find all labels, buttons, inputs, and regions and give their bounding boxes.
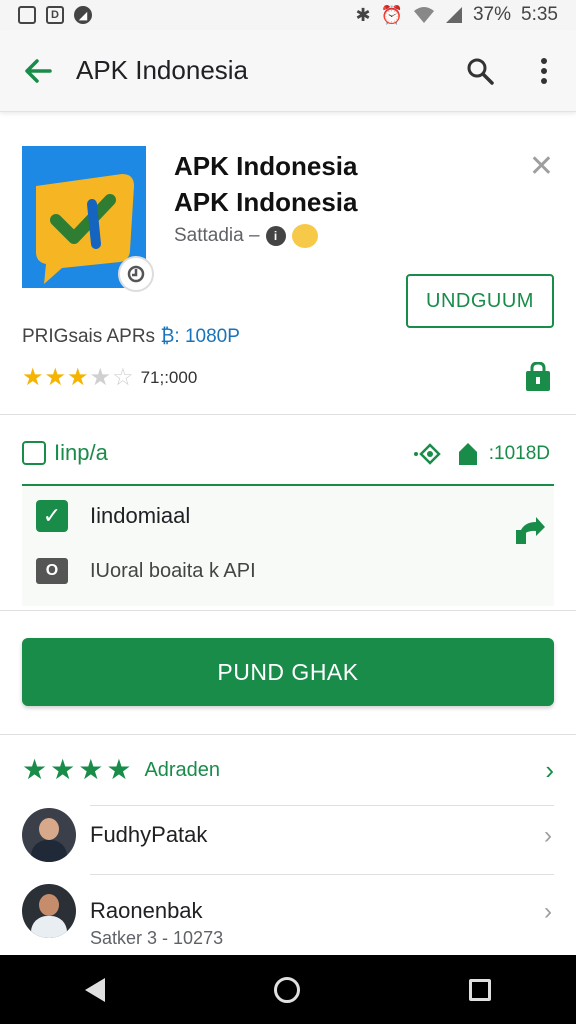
app-title: APK Indonesia APK Indonesia [174, 148, 357, 220]
divider [0, 414, 576, 415]
more-vert-icon [541, 57, 547, 84]
divider [0, 610, 576, 611]
star-icon: ★ [44, 364, 67, 391]
search-button[interactable] [448, 30, 512, 112]
checkbox-icon [22, 441, 46, 465]
d-icon: D [46, 6, 64, 24]
close-icon: ✕ [528, 150, 554, 183]
option-row[interactable]: O IUoral boaita k API [36, 558, 256, 584]
emoji-face-icon [291, 224, 318, 248]
info-tab[interactable]: Iinp/a [22, 440, 108, 466]
list-item[interactable]: FudhyPatak › [22, 808, 554, 878]
star-icon: ★ [22, 754, 48, 785]
app-header: APK Indonesia APK Indonesia Sattadia – i… [0, 128, 576, 413]
status-bar: D ◢ ✱ ⏰ 37% 5:35 [0, 0, 576, 30]
list-item[interactable]: Raonenbak Satker 3 - 10273 › [22, 884, 554, 954]
info-label: Iinp/a [54, 440, 108, 465]
primary-action-button[interactable]: PUND GHAK [22, 638, 554, 706]
back-button[interactable] [0, 30, 76, 112]
option-row[interactable]: ✓ Iindomiaal [36, 500, 190, 532]
close-button[interactable]: ✕ [529, 152, 554, 182]
notification-icon: ◢ [74, 6, 92, 24]
clock: 5:35 [521, 4, 558, 25]
nav-back-icon[interactable] [84, 977, 105, 1002]
reviews-header[interactable]: ★ ★ ★ ★ Adraden › [22, 748, 554, 792]
star-icon: ★ [78, 754, 104, 785]
page-title: APK Indonesia [76, 55, 249, 85]
developer-name: Sattadia – [174, 225, 260, 246]
photo-icon [18, 6, 36, 24]
divider [0, 734, 576, 735]
divider [90, 805, 554, 806]
checkbox-checked-icon[interactable]: ✓ [36, 500, 68, 532]
star-empty-icon: ★ [89, 364, 112, 391]
nav-recents-icon[interactable] [469, 978, 492, 1001]
divider [90, 874, 554, 875]
app-title-line2: APK Indonesia [174, 187, 358, 217]
shopping-bag-icon[interactable] [524, 361, 552, 397]
search-icon [467, 58, 494, 85]
bluetooth-icon: ✱ [355, 5, 371, 25]
rating-count: 71;:000 [140, 368, 198, 387]
app-meta-accent: ₿: 1080P [160, 326, 240, 347]
star-icon: ★ [22, 364, 44, 391]
chevron-right-icon: › [544, 822, 552, 849]
install-button[interactable]: UNDGUUM [406, 274, 554, 328]
info-stats: :1018D [413, 442, 550, 466]
reviewer-name: FudhyPatak [90, 822, 208, 847]
app-badge-icon [118, 256, 154, 292]
overflow-menu-button[interactable] [512, 30, 576, 112]
avatar [22, 884, 76, 938]
arrow-left-icon [25, 58, 52, 83]
app-meta-text: PRIGsais APRs [22, 326, 156, 347]
nav-home-icon[interactable] [273, 976, 300, 1003]
options-panel: ✓ Iindomiaal O IUoral boaita k API [22, 486, 554, 606]
star-icon: ★ [50, 754, 76, 785]
info-row: Iinp/a :1018D [0, 430, 576, 480]
info-icon: i [265, 226, 286, 246]
app-bar: APK Indonesia [0, 30, 576, 112]
info-stat-value: :1018D [488, 443, 550, 464]
house-icon [458, 443, 477, 465]
reviews-label: Adraden [144, 758, 221, 781]
app-meta: PRIGsais APRs ₿: 1080P [22, 326, 240, 348]
star-icon: ★ [67, 364, 89, 391]
option-label: IUoral boaita k API [90, 559, 256, 582]
app-title-line1: APK Indonesia [174, 151, 358, 181]
avatar [22, 808, 76, 862]
navigation-bar [0, 955, 576, 1024]
location-pin-icon [413, 443, 441, 465]
developer-row[interactable]: Sattadia – i [174, 224, 318, 248]
chevron-right-icon: › [544, 898, 552, 925]
share-button[interactable] [514, 516, 546, 551]
wifi-icon [413, 7, 434, 23]
option-badge: O [36, 558, 68, 584]
rating-row: ★ ★ ★ ★ ☆ 71;:000 [22, 366, 197, 390]
alarm-icon: ⏰ [380, 5, 403, 25]
battery-level: 37% [472, 4, 512, 25]
reviewer-name: Raonenbak [90, 898, 203, 923]
star-empty-icon: ☆ [112, 364, 134, 391]
option-label: Iindomiaal [90, 503, 191, 528]
chevron-right-icon: › [545, 754, 554, 785]
signal-icon [445, 7, 462, 23]
star-icon: ★ [106, 754, 132, 785]
share-icon [516, 517, 545, 544]
reviewer-meta: Satker 3 - 10273 [90, 928, 224, 948]
